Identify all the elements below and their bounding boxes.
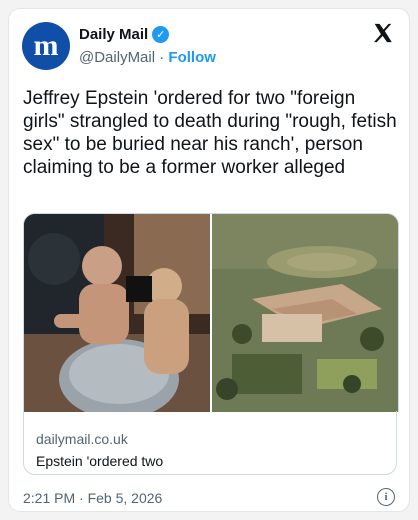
link-domain: dailymail.co.uk [36, 431, 128, 447]
follow-button[interactable]: Follow [168, 49, 216, 66]
link-preview-card[interactable]: dailymail.co.uk Epstein 'ordered two [23, 411, 397, 475]
photo-right[interactable] [212, 214, 398, 412]
author-avatar[interactable]: m [22, 22, 70, 70]
tweet-text: Jeffrey Epstein 'ordered for two "foreig… [23, 88, 397, 178]
tweet-card[interactable]: m Daily Mail ✓ @DailyMail · Follow Jeffr… [8, 8, 410, 512]
verified-badge-icon: ✓ [152, 26, 170, 43]
photo-left[interactable] [24, 214, 210, 412]
author-handle-row: @DailyMail · Follow [79, 49, 216, 66]
separator-dot: · [159, 49, 165, 66]
author-name[interactable]: Daily Mail [79, 26, 148, 43]
link-title: Epstein 'ordered two [36, 453, 164, 469]
author-name-row: Daily Mail ✓ [79, 26, 170, 43]
author-handle[interactable]: @DailyMail [79, 49, 155, 66]
avatar-letter: m [33, 29, 59, 62]
tweet-media[interactable] [23, 213, 399, 412]
x-logo-icon[interactable] [371, 22, 395, 46]
info-icon[interactable]: i [377, 488, 395, 506]
tweet-timestamp[interactable]: 2:21 PM · Feb 5, 2026 [23, 490, 162, 506]
x-logo-svg [374, 23, 392, 43]
